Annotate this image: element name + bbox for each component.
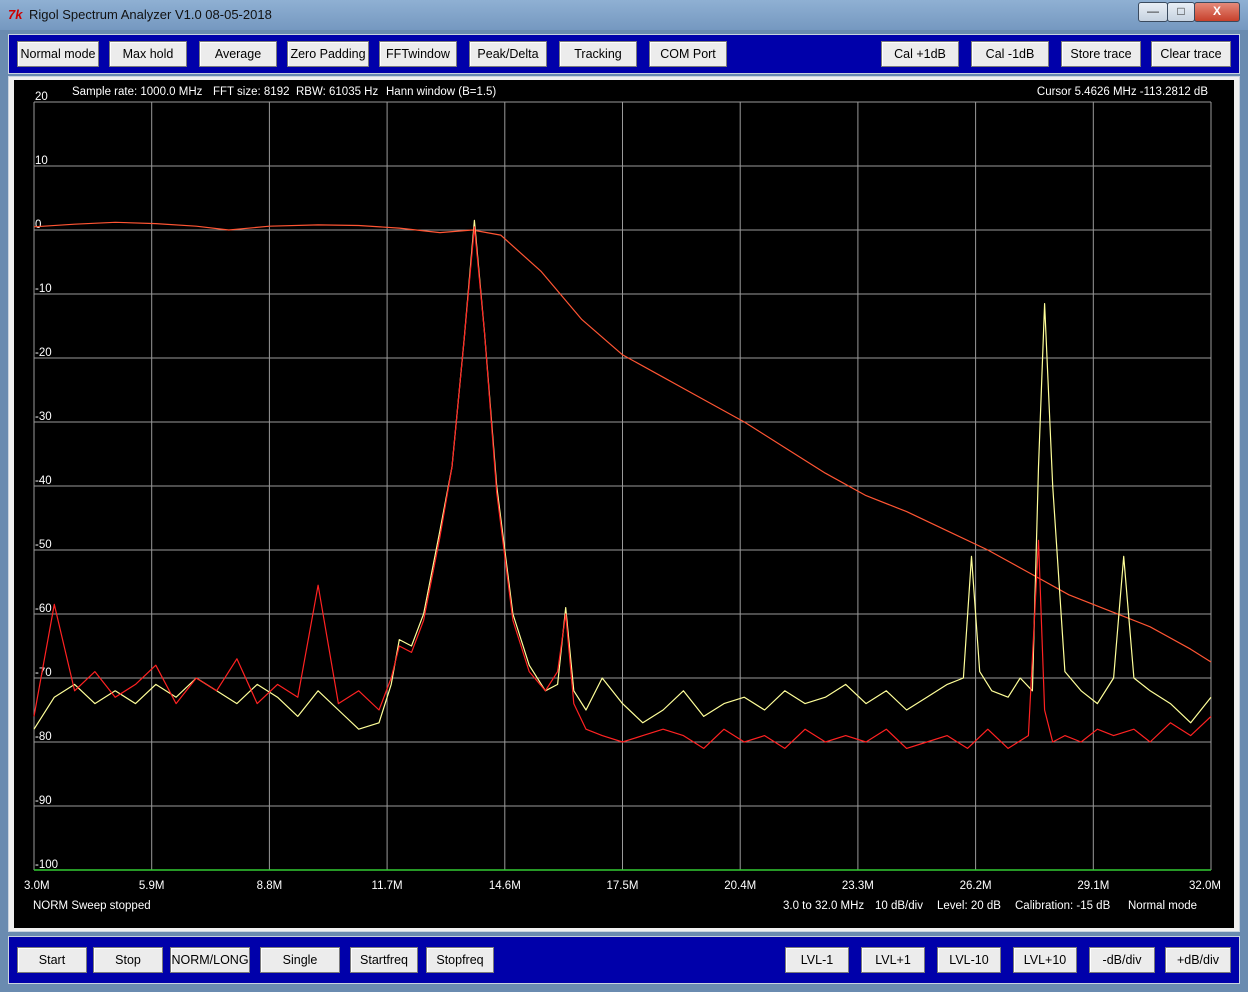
plus-db-per-div-button[interactable]: +dB/div (1165, 947, 1231, 973)
start-button[interactable]: Start (17, 947, 87, 973)
store-trace-button[interactable]: Store trace (1061, 41, 1141, 67)
minimize-button[interactable]: — (1138, 2, 1168, 22)
y-tick-label: -90 (35, 795, 52, 807)
y-tick-label: -100 (35, 859, 58, 871)
com-port-button[interactable]: COM Port (649, 41, 727, 67)
maximize-button[interactable]: □ (1167, 2, 1195, 22)
title-bar: 7k Rigol Spectrum Analyzer V1.0 08-05-20… (0, 0, 1248, 30)
single-button[interactable]: Single (260, 947, 340, 973)
peak-delta-button[interactable]: Peak/Delta (469, 41, 547, 67)
sweep-status: NORM Sweep stopped (33, 900, 151, 912)
span-readout: 3.0 to 32.0 MHz (783, 900, 865, 912)
y-tick-label: -80 (35, 731, 52, 743)
lvl-plus-1-button[interactable]: LVL+1 (861, 947, 925, 973)
x-tick-label: 17.5M (607, 880, 639, 892)
y-tick-label: 0 (35, 219, 41, 231)
x-tick-label: 29.1M (1077, 880, 1109, 892)
cal-plus-1db-button[interactable]: Cal +1dB (881, 41, 959, 67)
tk-feather-icon: 7k (8, 7, 23, 22)
close-button[interactable]: X (1194, 2, 1240, 22)
mode-readout: Normal mode (1128, 900, 1198, 912)
level-readout: Level: 20 dB (937, 900, 1001, 912)
top-toolbar: Normal mode Max hold Average Zero Paddin… (8, 34, 1240, 74)
y-tick-labels: 20 10 0 -10 -20 -30 -40 -50 -60 -70 -80 -90 -100 (35, 91, 58, 871)
y-tick-label: 10 (35, 155, 48, 167)
x-tick-label: 23.3M (842, 880, 874, 892)
y-tick-label: -60 (35, 603, 52, 615)
spectrum-plot[interactable]: Sample rate: 1000.0 MHz FFT size: 8192 R… (14, 80, 1234, 928)
bottom-toolbar: Start Stop NORM/LONG Single Startfreq St… (8, 936, 1240, 984)
stopfreq-button[interactable]: Stopfreq (426, 947, 494, 973)
x-tick-label: 5.9M (139, 880, 165, 892)
y-tick-label: -30 (35, 411, 52, 423)
x-tick-label: 11.7M (372, 880, 403, 892)
lvl-plus-10-button[interactable]: LVL+10 (1013, 947, 1077, 973)
y-tick-label: -40 (35, 475, 52, 487)
x-tick-label: 8.8M (257, 880, 283, 892)
x-tick-label: 3.0M (24, 880, 50, 892)
max-hold-button[interactable]: Max hold (109, 41, 187, 67)
x-tick-label: 26.2M (960, 880, 992, 892)
norm-long-button[interactable]: NORM/LONG (170, 947, 250, 973)
y-tick-label: -20 (35, 347, 52, 359)
x-tick-label: 32.0M (1189, 880, 1221, 892)
x-tick-labels: 3.0M 5.9M 8.8M 11.7M 14.6M 17.5M 20.4M 23.3M 26.… (24, 880, 1221, 892)
minus-db-per-div-button[interactable]: -dB/div (1089, 947, 1155, 973)
average-button[interactable]: Average (199, 41, 277, 67)
clear-trace-button[interactable]: Clear trace (1151, 41, 1231, 67)
grid (33, 101, 1212, 871)
y-tick-label: -70 (35, 667, 52, 679)
tracking-button[interactable]: Tracking (559, 41, 637, 67)
lvl-minus-10-button[interactable]: LVL-10 (937, 947, 1001, 973)
zero-padding-button[interactable]: Zero Padding (287, 41, 369, 67)
spectrum-chart: 20 10 0 -10 -20 -30 -40 -50 -60 -70 -80 -90 -100 3.0… (24, 91, 1221, 892)
calibration-readout: Calibration: -15 dB (1015, 900, 1111, 912)
y-tick-label: -10 (35, 283, 52, 295)
scale-readout: 10 dB/div (875, 900, 923, 912)
normal-mode-button[interactable]: Normal mode (17, 41, 99, 67)
lvl-minus-1-button[interactable]: LVL-1 (785, 947, 849, 973)
stop-button[interactable]: Stop (93, 947, 163, 973)
x-tick-label: 20.4M (724, 880, 756, 892)
y-tick-label: 20 (35, 91, 48, 103)
window-title: Rigol Spectrum Analyzer V1.0 08-05-2018 (29, 7, 272, 22)
fft-window-button[interactable]: FFTwindow (379, 41, 457, 67)
cal-minus-1db-button[interactable]: Cal -1dB (971, 41, 1049, 67)
startfreq-button[interactable]: Startfreq (350, 947, 418, 973)
y-tick-label: -50 (35, 539, 52, 551)
x-tick-label: 14.6M (489, 880, 521, 892)
